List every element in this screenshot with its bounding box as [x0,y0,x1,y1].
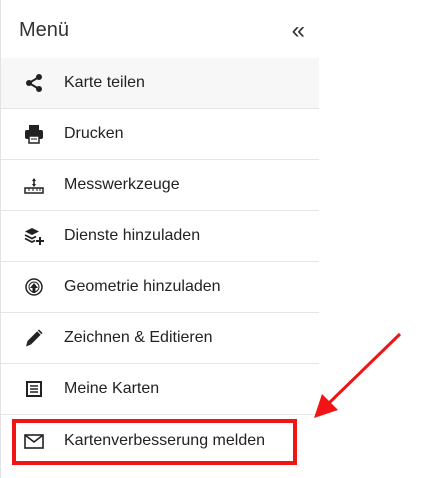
share-icon [24,73,44,93]
menu-item-label: Kartenverbesserung melden [64,431,266,449]
menu-panel: Menü « Karte teilen Drucken Messwerkzeug… [0,0,319,478]
menu-item-drucken[interactable]: Drucken [1,109,319,160]
envelope-icon [24,431,44,451]
pencil-icon [24,328,44,348]
menu-item-label: Karte teilen [64,74,145,91]
menu-item-label: Geometrie hinzuladen [64,278,221,295]
menu-item-karte-teilen[interactable]: Karte teilen [1,58,319,109]
menu-title: Menü [19,18,70,41]
menu-item-label: Messwerkzeuge [64,176,180,193]
menu-item-dienste-hinzuladen[interactable]: Dienste hinzuladen [1,211,319,262]
menu-header: Menü « [1,0,319,60]
upload-geometry-icon [24,277,44,297]
menu-item-meine-karten[interactable]: Meine Karten [1,364,319,415]
menu-item-geometrie-hinzuladen[interactable]: Geometrie hinzuladen [1,262,319,313]
menu-list: Karte teilen Drucken Messwerkzeuge Diens… [1,58,319,466]
ruler-icon [24,175,44,195]
menu-item-kartenverbesserung-melden[interactable]: Kartenverbesserung melden [1,415,319,466]
menu-item-label: Meine Karten [64,380,160,397]
list-document-icon [24,379,44,399]
menu-item-label: Drucken [64,125,124,142]
layers-add-icon [24,226,44,246]
annotation-arrow-icon [314,332,402,418]
menu-item-zeichnen-editieren[interactable]: Zeichnen & Editieren [1,313,319,364]
collapse-menu-icon[interactable]: « [292,19,305,43]
menu-item-messwerkzeuge[interactable]: Messwerkzeuge [1,160,319,211]
menu-item-label: Dienste hinzuladen [64,227,201,244]
printer-icon [24,124,44,144]
menu-item-label: Zeichnen & Editieren [64,329,213,346]
